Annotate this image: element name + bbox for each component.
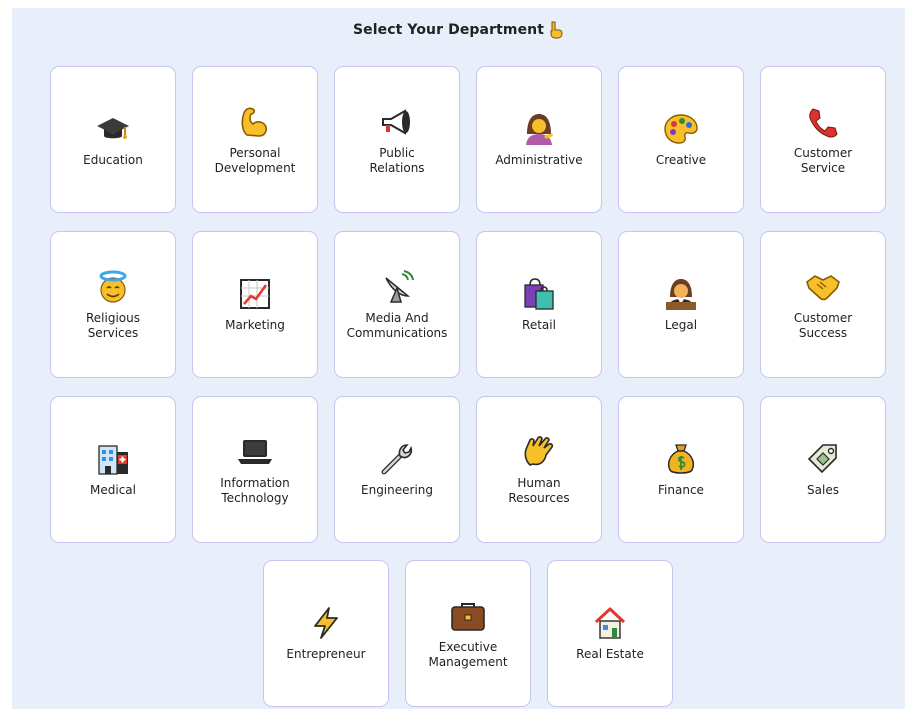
department-selector-panel: Select Your Department Education Persona…: [12, 8, 905, 709]
department-card-human-resources[interactable]: Human Resources: [476, 396, 602, 543]
page-title: Select Your Department: [12, 18, 905, 42]
department-label: Customer Service: [793, 145, 853, 175]
department-card-entrepreneur[interactable]: Entrepreneur: [263, 560, 389, 707]
department-card-executive-management[interactable]: Executive Management: [405, 560, 531, 707]
department-card-administrative[interactable]: Administrative: [476, 66, 602, 213]
department-card-sales[interactable]: Sales: [760, 396, 886, 543]
laptop-icon: [237, 434, 273, 470]
department-card-real-estate[interactable]: Real Estate: [547, 560, 673, 707]
department-label: Real Estate: [576, 647, 644, 661]
artist-palette-icon: [663, 111, 699, 147]
department-label: Medical: [90, 483, 136, 497]
department-label: Public Relations: [369, 145, 425, 175]
department-label: Administrative: [495, 153, 583, 167]
department-label: Customer Success: [793, 310, 853, 340]
shopping-bags-icon: [521, 276, 557, 312]
pointing-down-hand-icon: [548, 21, 564, 39]
department-card-media-and-communications[interactable]: Media And Communications: [334, 231, 460, 378]
handshake-icon: [805, 269, 841, 305]
department-card-medical[interactable]: Medical: [50, 396, 176, 543]
judge-icon: [663, 276, 699, 312]
megaphone-icon: [379, 104, 415, 140]
department-label: Religious Services: [86, 310, 140, 340]
hospital-icon: [95, 441, 131, 477]
department-card-marketing[interactable]: Marketing: [192, 231, 318, 378]
department-label: Engineering: [361, 483, 433, 497]
department-label: Media And Communications: [346, 310, 448, 340]
graduation-cap-icon: [95, 111, 131, 147]
department-card-finance[interactable]: Finance: [618, 396, 744, 543]
page-title-text: Select Your Department: [352, 22, 545, 38]
department-label: Executive Management: [428, 639, 508, 669]
department-card-customer-success[interactable]: Customer Success: [760, 231, 886, 378]
department-label: Marketing: [225, 318, 285, 332]
flexed-biceps-icon: [237, 104, 273, 140]
department-grid-last-row: Entrepreneur Executive Management Real E…: [263, 560, 905, 707]
high-voltage-icon: [308, 605, 344, 641]
department-label: Creative: [655, 153, 707, 167]
department-card-customer-service[interactable]: Customer Service: [760, 66, 886, 213]
telephone-receiver-icon: [805, 104, 841, 140]
department-label: Human Resources: [508, 475, 570, 505]
department-card-retail[interactable]: Retail: [476, 231, 602, 378]
briefcase-icon: [450, 598, 486, 634]
department-card-personal-development[interactable]: Personal Development: [192, 66, 318, 213]
department-card-engineering[interactable]: Engineering: [334, 396, 460, 543]
wrench-icon: [379, 441, 415, 477]
department-label: Information Technology: [220, 475, 290, 505]
department-card-religious-services[interactable]: Religious Services: [50, 231, 176, 378]
smiling-face-with-halo-icon: [95, 269, 131, 305]
department-card-legal[interactable]: Legal: [618, 231, 744, 378]
house-icon: [592, 605, 628, 641]
department-grid: Education Personal Development Public Re…: [50, 66, 888, 543]
price-tag-icon: [805, 441, 841, 477]
money-bag-icon: [663, 441, 699, 477]
satellite-antenna-icon: [379, 269, 415, 305]
chart-increasing-icon: [237, 276, 273, 312]
department-card-education[interactable]: Education: [50, 66, 176, 213]
department-card-public-relations[interactable]: Public Relations: [334, 66, 460, 213]
department-label: Entrepreneur: [286, 647, 366, 661]
woman-tipping-hand-icon: [521, 111, 557, 147]
department-card-information-technology[interactable]: Information Technology: [192, 396, 318, 543]
department-label: Personal Development: [214, 145, 296, 175]
department-label: Finance: [658, 483, 704, 497]
department-label: Retail: [522, 318, 556, 332]
department-label: Sales: [807, 483, 839, 497]
department-label: Legal: [664, 318, 698, 332]
department-label: Education: [83, 153, 143, 167]
waving-hand-icon: [521, 434, 557, 470]
department-card-creative[interactable]: Creative: [618, 66, 744, 213]
